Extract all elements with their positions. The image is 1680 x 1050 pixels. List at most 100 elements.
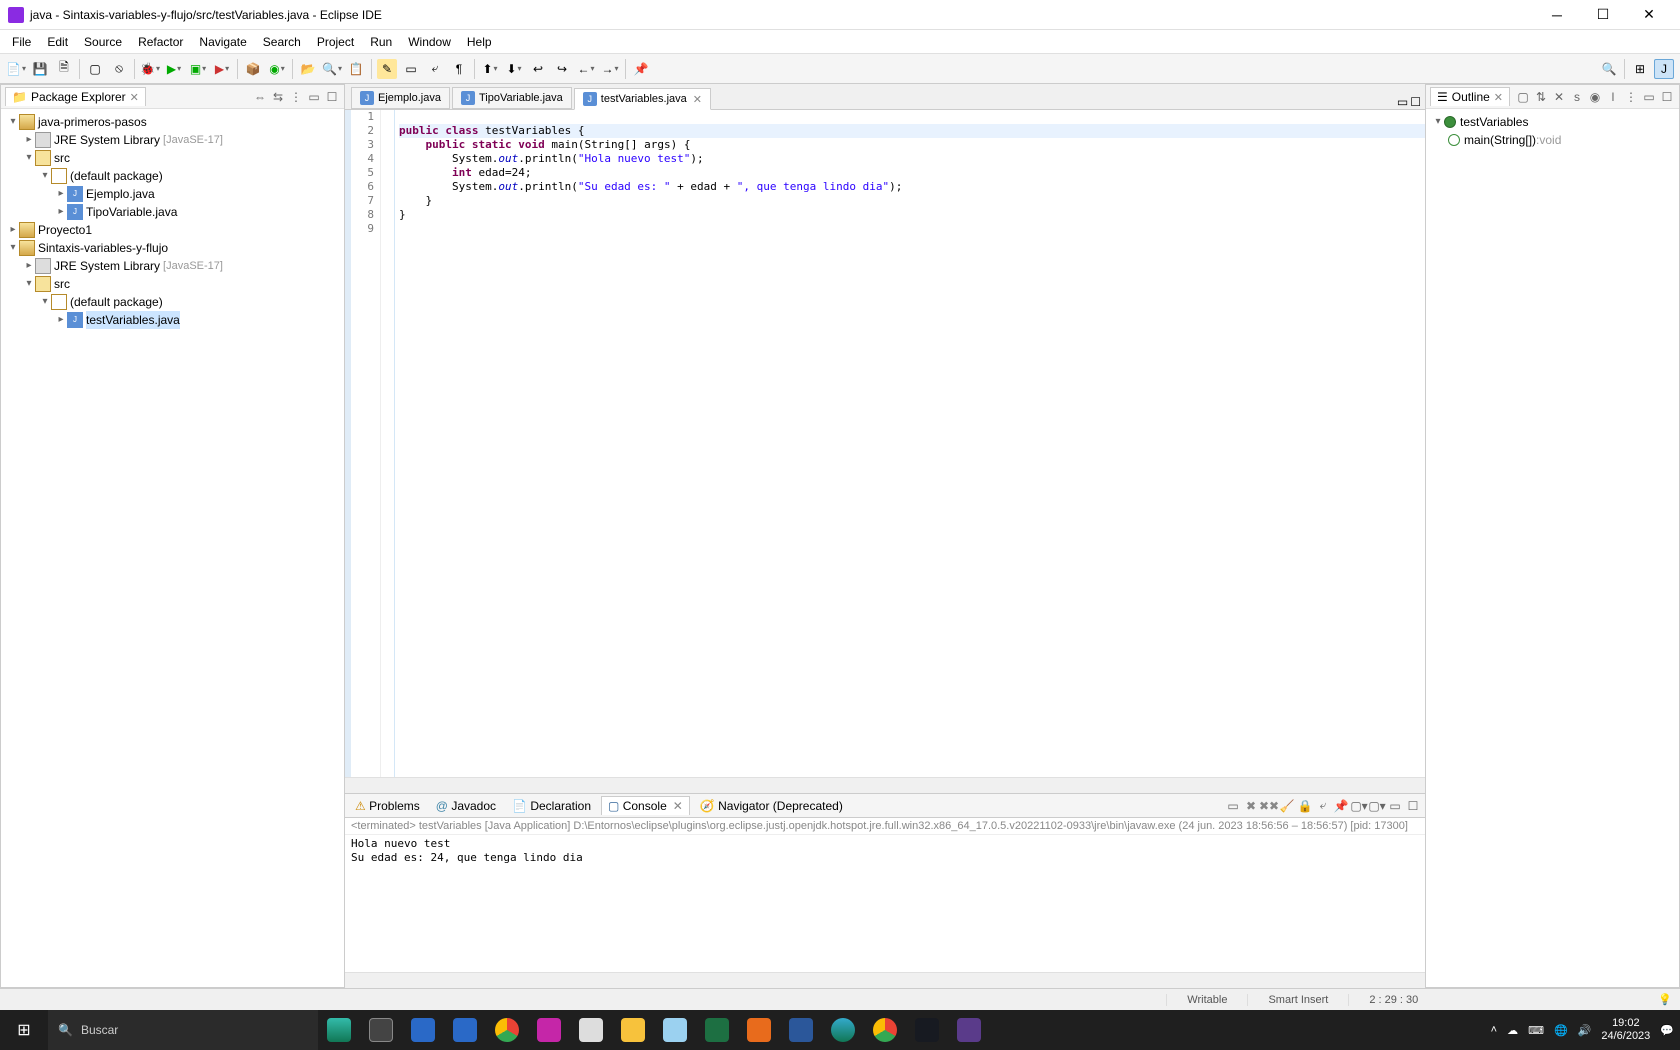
menu-refactor[interactable]: Refactor <box>130 33 191 51</box>
minimize-editor-icon[interactable]: ▭ <box>1397 95 1408 109</box>
tray-chevron-icon[interactable]: ˄ <box>1491 1024 1497 1036</box>
outline-tab[interactable]: ☰ Outline ✕ <box>1430 87 1510 106</box>
tab-declaration[interactable]: 📄 Declaration <box>506 797 597 815</box>
annotation-next-button[interactable]: ⬇ <box>504 59 524 79</box>
project-name[interactable]: Proyecto1 <box>38 221 92 239</box>
search-button[interactable]: 🔍 <box>322 59 342 79</box>
close-icon[interactable]: ✕ <box>693 93 702 106</box>
forward-edit-button[interactable]: ↪ <box>552 59 572 79</box>
taskbar-taskview-icon[interactable] <box>360 1010 402 1050</box>
system-tray[interactable]: ˄ ☁ ⌨ 🌐 🔊 19:02 24/6/2023 💬 <box>1491 1017 1680 1043</box>
src-folder-name[interactable]: src <box>54 275 70 293</box>
focus-icon[interactable]: ▢ <box>1515 89 1531 105</box>
expand-toggle[interactable]: ▾ <box>23 275 35 293</box>
taskbar-app-icon[interactable] <box>570 1010 612 1050</box>
package-explorer-tree[interactable]: ▾ java-primeros-pasos ▸ JRE System Library… <box>1 109 344 987</box>
external-tools-button[interactable]: ▶ <box>212 59 232 79</box>
tab-console[interactable]: ▢ Console✕ <box>601 796 690 815</box>
taskbar-chrome-icon[interactable] <box>864 1010 906 1050</box>
tray-volume-icon[interactable]: 🔊 <box>1578 1024 1592 1037</box>
maximize-panel-icon[interactable]: ☐ <box>1659 89 1675 105</box>
tab-problems[interactable]: ⚠ Problems <box>349 797 426 815</box>
editor-tab-testvariables[interactable]: JtestVariables.java✕ <box>574 88 711 110</box>
console-horizontal-scrollbar[interactable] <box>345 972 1425 988</box>
expand-toggle[interactable]: ▾ <box>39 167 51 185</box>
editor-horizontal-scrollbar[interactable] <box>345 777 1425 793</box>
src-folder-name[interactable]: src <box>54 149 70 167</box>
toggle-word-wrap-button[interactable]: ⤶ <box>425 59 445 79</box>
expand-toggle[interactable]: ▾ <box>7 239 19 257</box>
open-console-button[interactable]: ▢ <box>85 59 105 79</box>
package-explorer-tab[interactable]: 📁 Package Explorer ✕ <box>5 87 146 106</box>
expand-toggle[interactable]: ▸ <box>23 131 35 149</box>
taskbar-eclipse-icon[interactable] <box>948 1010 990 1050</box>
pin-console-icon[interactable]: 📌 <box>1333 798 1349 814</box>
skip-breakpoints-button[interactable]: ⦸ <box>109 59 129 79</box>
minimize-button[interactable]: ─ <box>1534 0 1580 30</box>
hide-non-public-icon[interactable]: ◉ <box>1587 89 1603 105</box>
maximize-button[interactable]: ☐ <box>1580 0 1626 30</box>
project-name[interactable]: java-primeros-pasos <box>38 113 147 131</box>
new-package-button[interactable]: 📦 <box>243 59 263 79</box>
java-file[interactable]: testVariables.java <box>86 311 180 329</box>
project-name[interactable]: Sintaxis-variables-y-flujo <box>38 239 168 257</box>
pin-button[interactable]: 📌 <box>631 59 651 79</box>
scroll-lock-icon[interactable]: 🔒 <box>1297 798 1313 814</box>
open-perspective-button[interactable]: ⊞ <box>1630 59 1650 79</box>
taskbar-excel-icon[interactable] <box>696 1010 738 1050</box>
outline-tree[interactable]: ▾testVariables main(String[]) : void <box>1426 109 1679 987</box>
clear-console-icon[interactable]: 🧹 <box>1279 798 1295 814</box>
taskbar-search[interactable]: 🔍 Buscar <box>48 1010 318 1050</box>
minimize-panel-icon[interactable]: ▭ <box>1641 89 1657 105</box>
expand-toggle[interactable]: ▾ <box>7 113 19 131</box>
view-menu-icon[interactable]: ⋮ <box>1623 89 1639 105</box>
coverage-button[interactable]: ▣ <box>188 59 208 79</box>
close-button[interactable]: ✕ <box>1626 0 1672 30</box>
fold-gutter[interactable] <box>381 110 395 777</box>
editor-tab-ejemplo[interactable]: JEjemplo.java <box>351 87 450 109</box>
close-icon[interactable]: ✕ <box>130 91 139 104</box>
taskbar-explorer-icon[interactable] <box>612 1010 654 1050</box>
tray-clock[interactable]: 19:02 24/6/2023 <box>1601 1017 1650 1043</box>
quick-access-button[interactable]: 🔍 <box>1599 59 1619 79</box>
maximize-panel-icon[interactable]: ☐ <box>1405 798 1421 814</box>
menu-edit[interactable]: Edit <box>39 33 76 51</box>
tray-network-icon[interactable]: 🌐 <box>1554 1024 1568 1037</box>
close-icon[interactable]: ✕ <box>673 799 683 813</box>
terminate-icon[interactable]: ▭ <box>1225 798 1241 814</box>
menu-help[interactable]: Help <box>459 33 500 51</box>
hide-fields-icon[interactable]: ✕ <box>1551 89 1567 105</box>
taskbar-weather-icon[interactable] <box>318 1010 360 1050</box>
editor-tab-tipovariable[interactable]: JTipoVariable.java <box>452 87 572 109</box>
toggle-block-button[interactable]: ▭ <box>401 59 421 79</box>
package-name[interactable]: (default package) <box>70 167 163 185</box>
forward-button[interactable]: → <box>600 59 620 79</box>
expand-toggle[interactable]: ▾ <box>39 293 51 311</box>
last-edit-button[interactable]: ↩ <box>528 59 548 79</box>
taskbar-chrome-icon[interactable] <box>486 1010 528 1050</box>
expand-toggle[interactable]: ▸ <box>55 203 67 221</box>
taskbar-calendar-icon[interactable] <box>402 1010 444 1050</box>
expand-toggle[interactable]: ▸ <box>23 257 35 275</box>
new-class-button[interactable]: ◉ <box>267 59 287 79</box>
hide-static-icon[interactable]: s <box>1569 89 1585 105</box>
remove-launch-icon[interactable]: ✖ <box>1243 798 1259 814</box>
menu-window[interactable]: Window <box>400 33 459 51</box>
start-button[interactable]: ⊞ <box>0 1010 48 1050</box>
menu-file[interactable]: File <box>4 33 39 51</box>
taskbar-edge-icon[interactable] <box>822 1010 864 1050</box>
taskbar-app-icon[interactable] <box>738 1010 780 1050</box>
taskbar-steam-icon[interactable] <box>906 1010 948 1050</box>
annotation-prev-button[interactable]: ⬆ <box>480 59 500 79</box>
tab-javadoc[interactable]: @ Javadoc <box>430 797 502 815</box>
library-name[interactable]: JRE System Library <box>54 131 160 149</box>
debug-button[interactable]: 🐞 <box>140 59 160 79</box>
expand-toggle[interactable]: ▸ <box>55 185 67 203</box>
taskbar-mail-icon[interactable] <box>444 1010 486 1050</box>
tray-notifications-icon[interactable]: 💬 <box>1660 1024 1674 1037</box>
run-button[interactable]: ▶ <box>164 59 184 79</box>
library-name[interactable]: JRE System Library <box>54 257 160 275</box>
hide-local-icon[interactable]: l <box>1605 89 1621 105</box>
new-button[interactable]: 📄 <box>6 59 26 79</box>
view-menu-icon[interactable]: ⋮ <box>288 89 304 105</box>
